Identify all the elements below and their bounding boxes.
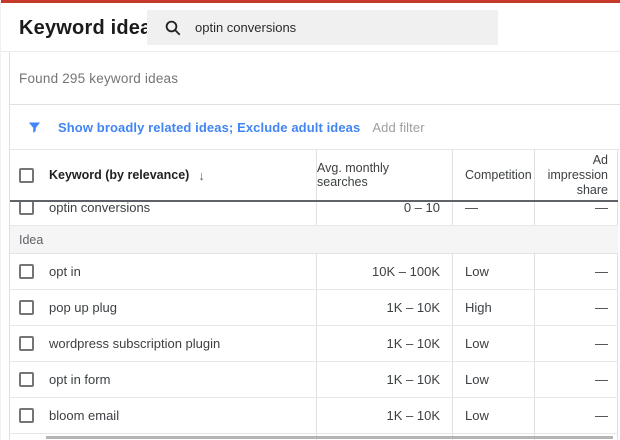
avg-searches-cell: 1K – 10K	[317, 362, 453, 397]
avg-searches-cell: 1K – 10K	[317, 398, 453, 433]
keyword-cell: opt in form	[49, 372, 110, 387]
keyword-cell: optin conversions	[49, 202, 150, 215]
row-checkbox[interactable]	[19, 300, 34, 315]
select-all-checkbox[interactable]	[19, 168, 34, 183]
competition-cell: Low	[453, 326, 535, 361]
table-row: bloom email 1K – 10K Low —	[9, 398, 618, 434]
keyword-cell: wordpress subscription plugin	[49, 336, 220, 351]
competition-cell: High	[453, 290, 535, 325]
table-row: pop up plug 1K – 10K High —	[9, 290, 618, 326]
table-row: optin conversions 0 – 10 — —	[9, 202, 618, 225]
page-title: Keyword ideas	[19, 17, 163, 40]
avg-searches-cell: 1K – 10K	[317, 326, 453, 361]
add-filter-button[interactable]: Add filter	[372, 120, 424, 135]
idea-section-header: Idea	[9, 226, 618, 254]
idea-section-label: Idea	[19, 233, 43, 247]
competition-cell: Low	[453, 398, 535, 433]
ad-share-cell: —	[535, 290, 618, 325]
keyword-ideas-table: Keyword (by relevance) ↓ Avg. monthly se…	[9, 150, 618, 440]
row-checkbox[interactable]	[19, 408, 34, 423]
keyword-cell: pop up plug	[49, 300, 117, 315]
column-header-keyword[interactable]: Keyword (by relevance)	[49, 168, 189, 182]
competition-cell: —	[453, 202, 535, 225]
results-count-text: Found 295 keyword ideas	[19, 71, 178, 86]
row-checkbox[interactable]	[19, 264, 34, 279]
competition-cell: Low	[453, 254, 535, 289]
table-row-partial: optin conversions 0 – 10 — —	[9, 202, 618, 226]
avg-searches-cell: 10K – 100K	[317, 254, 453, 289]
sort-down-icon[interactable]: ↓	[198, 168, 205, 183]
competition-cell: Low	[453, 362, 535, 397]
panel-header: Keyword ideas optin conversions	[1, 3, 620, 52]
row-checkbox[interactable]	[19, 202, 34, 215]
ad-share-cell: —	[535, 326, 618, 361]
column-header-competition[interactable]: Competition	[453, 150, 535, 200]
table-row: wordpress subscription plugin 1K – 10K L…	[9, 326, 618, 362]
table-row: opt in form 1K – 10K Low —	[9, 362, 618, 398]
keyword-cell: bloom email	[49, 408, 119, 423]
active-filters-link[interactable]: Show broadly related ideas; Exclude adul…	[58, 120, 360, 135]
filter-funnel-icon	[27, 120, 42, 135]
avg-searches-cell: 0 – 10	[317, 202, 453, 225]
row-checkbox[interactable]	[19, 372, 34, 387]
table-header-row: Keyword (by relevance) ↓ Avg. monthly se…	[9, 150, 618, 202]
horizontal-scrollbar[interactable]	[46, 436, 613, 439]
results-count-bar: Found 295 keyword ideas	[9, 52, 620, 105]
search-input-value: optin conversions	[195, 20, 296, 35]
keyword-search-input[interactable]: optin conversions	[147, 10, 498, 45]
search-icon	[164, 19, 182, 37]
keyword-cell: opt in	[49, 264, 81, 279]
ad-share-cell: —	[535, 362, 618, 397]
column-header-avg-monthly-searches[interactable]: Avg. monthly searches	[317, 150, 453, 200]
ad-share-cell: —	[535, 202, 618, 225]
column-header-ad-impression-share[interactable]: Ad impression share	[535, 150, 618, 200]
header-keyword-cell: Keyword (by relevance) ↓	[9, 150, 317, 200]
table-row: opt in 10K – 100K Low —	[9, 254, 618, 290]
keyword-planner-panel: Keyword ideas optin conversions Found 29…	[0, 0, 620, 440]
row-checkbox[interactable]	[19, 336, 34, 351]
filter-bar: Show broadly related ideas; Exclude adul…	[9, 105, 620, 150]
avg-searches-cell: 1K – 10K	[317, 290, 453, 325]
ad-share-cell: —	[535, 398, 618, 433]
ad-share-cell: —	[535, 254, 618, 289]
pane-left-border	[9, 52, 10, 440]
